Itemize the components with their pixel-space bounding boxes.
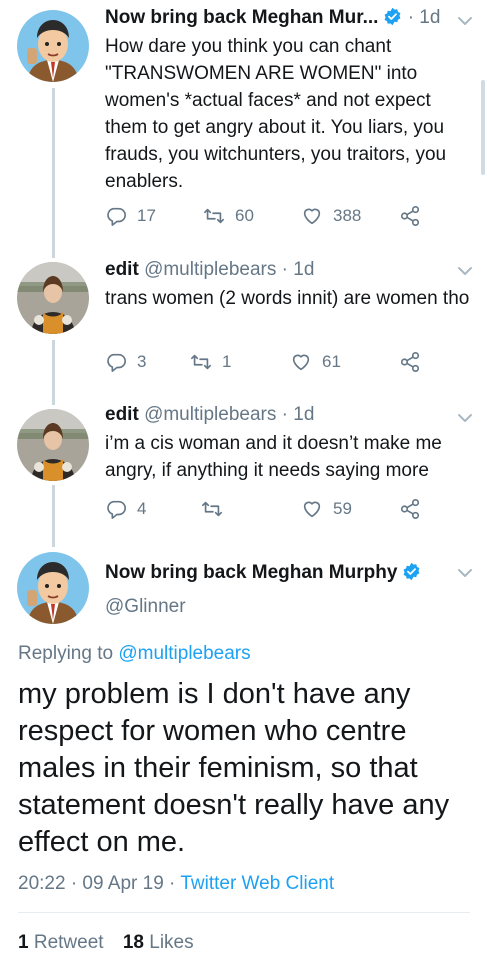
user-handle[interactable]: @multiplebears xyxy=(144,259,276,280)
reply-icon xyxy=(105,205,127,227)
verified-badge-icon xyxy=(402,562,421,581)
likes-stat[interactable]: 18 Likes xyxy=(123,932,194,953)
main-tweet-text: my problem is I don't have any respect f… xyxy=(18,678,450,858)
reply-icon xyxy=(105,351,127,373)
tweet-3[interactable]: edit @multiplebears · 1d i’m a cis woman… xyxy=(0,397,487,537)
avatar[interactable] xyxy=(17,262,89,334)
timestamp[interactable]: 20:22 · 09 Apr 19 · xyxy=(18,873,180,894)
reply-button[interactable]: 3 xyxy=(105,351,146,373)
reply-button[interactable]: 4 xyxy=(105,498,146,520)
display-name[interactable]: edit xyxy=(105,404,139,425)
share-button[interactable] xyxy=(399,205,431,227)
tweet-2[interactable]: edit @multiplebears · 1d trans women (2 … xyxy=(0,250,487,390)
like-count: 61 xyxy=(322,352,341,371)
like-button[interactable]: 61 xyxy=(290,351,341,373)
avatar[interactable] xyxy=(17,10,89,82)
tweet-header: Now bring back Meghan Mur... · 1d xyxy=(105,7,440,29)
verified-badge-icon xyxy=(383,7,402,26)
reply-count: 17 xyxy=(137,206,156,225)
share-button[interactable] xyxy=(399,351,431,373)
user-handle[interactable]: @Glinner xyxy=(105,596,186,618)
display-name[interactable]: edit xyxy=(105,259,139,280)
retweet-button[interactable] xyxy=(201,498,233,520)
share-icon xyxy=(399,205,421,227)
retweet-icon xyxy=(190,351,212,373)
like-count: 388 xyxy=(333,206,362,225)
tweet-meta: 20:22 · 09 Apr 19 · Twitter Web Client xyxy=(18,873,334,895)
engagement-stats: 1 Retweet 18 Likes xyxy=(18,932,194,954)
heart-icon xyxy=(301,498,323,520)
like-button[interactable]: 59 xyxy=(301,498,352,520)
display-name[interactable]: Now bring back Meghan Murphy xyxy=(105,562,397,583)
tweet-header: edit @multiplebears · 1d xyxy=(105,259,314,281)
share-button[interactable] xyxy=(399,498,431,520)
reply-count: 3 xyxy=(137,352,147,371)
retweet-icon xyxy=(201,498,223,520)
replying-to-link[interactable]: @multiplebears xyxy=(118,643,250,664)
retweets-stat[interactable]: 1 Retweet xyxy=(18,932,104,953)
like-total: 18 xyxy=(122,932,144,953)
retweet-count: 1 xyxy=(222,352,232,371)
heart-icon xyxy=(301,205,323,227)
replying-prefix: Replying to xyxy=(18,643,114,664)
chevron-down-icon[interactable] xyxy=(456,15,474,27)
reply-button[interactable]: 17 xyxy=(105,205,156,227)
tweet-text: How dare you think you can chant "TRANSW… xyxy=(105,36,447,192)
tweet-actions: 3 1 61 xyxy=(105,351,475,375)
chevron-down-icon[interactable] xyxy=(456,412,474,424)
like-count: 59 xyxy=(333,499,352,518)
chevron-down-icon[interactable] xyxy=(456,567,474,579)
client-link[interactable]: Twitter Web Client xyxy=(180,873,334,894)
share-icon xyxy=(399,351,421,373)
tweet-actions: 4 59 xyxy=(105,498,475,522)
chevron-down-icon[interactable] xyxy=(456,265,474,277)
replying-to: Replying to @multiplebears xyxy=(18,643,251,665)
main-tweet-author[interactable]: Now bring back Meghan Murphy xyxy=(105,562,421,584)
reply-count: 4 xyxy=(137,499,147,518)
tweet-time[interactable]: · 1d xyxy=(282,404,315,425)
reply-icon xyxy=(105,498,127,520)
retweet-count: 60 xyxy=(235,206,254,225)
retweet-label: Retweet xyxy=(33,932,104,953)
tweet-text: trans women (2 words innit) are women th… xyxy=(105,288,470,309)
tweet-1[interactable]: Now bring back Meghan Mur... · 1d How da… xyxy=(0,0,487,245)
display-name[interactable]: Now bring back Meghan Mur... xyxy=(105,7,378,28)
retweet-button[interactable]: 1 xyxy=(190,351,231,373)
tweet-actions: 17 60 388 xyxy=(105,205,475,229)
like-button[interactable]: 388 xyxy=(301,205,361,227)
retweet-total: 1 xyxy=(18,932,29,953)
tweet-text: i’m a cis woman and it doesn’t make me a… xyxy=(105,433,442,481)
divider xyxy=(18,912,470,913)
retweet-icon xyxy=(203,205,225,227)
like-label: Likes xyxy=(149,932,194,953)
tweet-header: edit @multiplebears · 1d xyxy=(105,404,314,426)
tweet-time[interactable]: · 1d xyxy=(282,259,315,280)
tweet-time[interactable]: · 1d xyxy=(408,7,441,28)
avatar[interactable] xyxy=(17,552,89,624)
avatar[interactable] xyxy=(17,409,89,481)
user-handle[interactable]: @multiplebears xyxy=(144,404,276,425)
retweet-button[interactable]: 60 xyxy=(203,205,254,227)
share-icon xyxy=(399,498,421,520)
heart-icon xyxy=(290,351,312,373)
